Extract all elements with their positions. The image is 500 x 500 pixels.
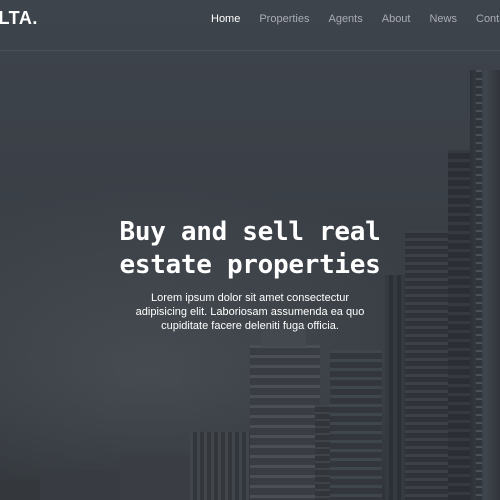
- nav-link-about[interactable]: About: [382, 13, 411, 25]
- nav-link-news[interactable]: News: [429, 13, 457, 25]
- nav-divider: [0, 50, 500, 51]
- hero-title-line: estate properties: [119, 250, 381, 280]
- nav-link-agents[interactable]: Agents: [328, 13, 362, 25]
- top-navbar: ELTA. Home Properties Agents About News …: [0, 0, 500, 40]
- skyline-building: [40, 470, 130, 500]
- hero-description-line: adipisicing elit. Laboriosam assumenda e…: [135, 306, 365, 318]
- hero-description: Lorem ipsum dolor sit amet consectectur …: [110, 291, 390, 333]
- skyline-building: [470, 70, 500, 500]
- nav-link-home[interactable]: Home: [211, 13, 240, 25]
- skyline-building: [190, 432, 258, 500]
- hero-title-line: Buy and sell real: [119, 217, 381, 247]
- skyline-building: [250, 329, 320, 500]
- skyline-building: [330, 350, 382, 500]
- brand-logo[interactable]: ELTA.: [0, 8, 38, 29]
- nav-link-properties[interactable]: Properties: [259, 13, 309, 25]
- nav-link-contact[interactable]: Contac: [476, 13, 500, 25]
- hero-description-line: Lorem ipsum dolor sit amet consectectur: [150, 292, 350, 304]
- skyline-building: [120, 455, 200, 500]
- hero-description-line: cupiditate facere deleniti fuga officia.: [161, 320, 339, 332]
- hero-title: Buy and sell real estate properties: [0, 216, 500, 282]
- main-nav: Home Properties Agents About News Contac: [211, 13, 500, 25]
